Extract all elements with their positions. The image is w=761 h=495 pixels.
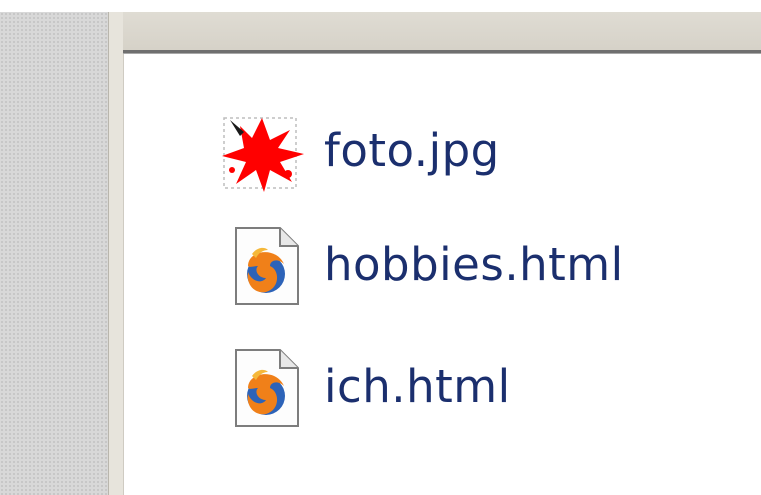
file-item[interactable]: ich.html	[218, 348, 698, 428]
broken-image-icon	[222, 117, 304, 192]
file-item[interactable]: hobbies.html	[218, 226, 698, 306]
file-name[interactable]: foto.jpg	[324, 124, 500, 177]
file-list: foto.jpg hobbies.html ich.html	[0, 0, 761, 495]
firefox-html-file-icon	[235, 227, 299, 305]
file-item[interactable]: foto.jpg	[218, 112, 698, 192]
file-name[interactable]: hobbies.html	[324, 238, 624, 291]
firefox-html-file-icon	[235, 349, 299, 427]
file-name[interactable]: ich.html	[324, 360, 511, 413]
